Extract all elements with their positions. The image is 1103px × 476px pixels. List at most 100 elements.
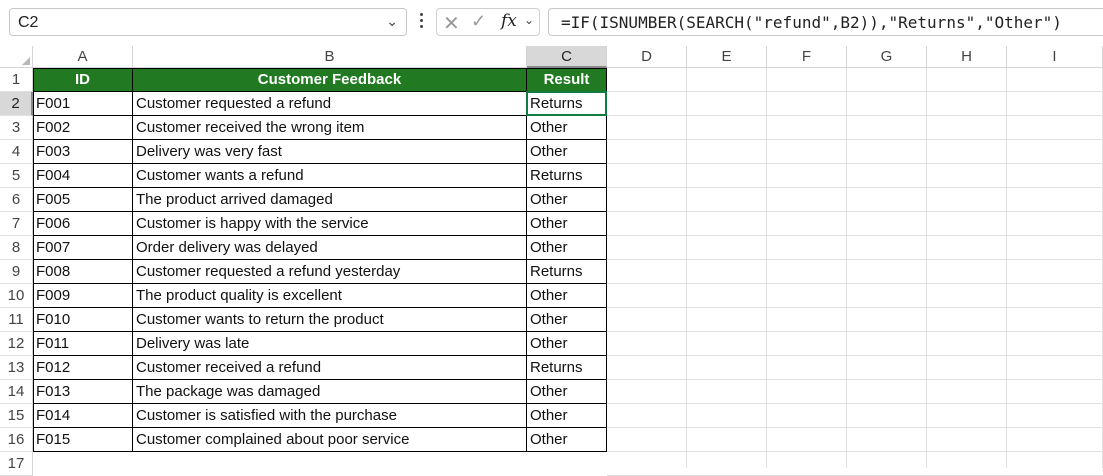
row-header-15[interactable]: 15 <box>0 404 33 428</box>
column-header-b[interactable]: B <box>133 46 527 68</box>
table-cell-result[interactable]: Other <box>527 188 607 212</box>
table-cell-feedback[interactable]: The product arrived damaged <box>133 188 527 212</box>
table-header-result[interactable]: Result <box>527 68 607 92</box>
table-cell-feedback[interactable]: The product quality is excellent <box>133 284 527 308</box>
row-header-2[interactable]: 2 <box>0 92 33 116</box>
column-header-f[interactable]: F <box>767 46 847 68</box>
table-cell-id[interactable]: F011 <box>33 332 133 356</box>
table-cell-id[interactable]: F009 <box>33 284 133 308</box>
insert-function-button[interactable]: fx <box>501 11 517 31</box>
table-cell-result[interactable]: Returns <box>527 164 607 188</box>
table-cell-id[interactable]: F014 <box>33 404 133 428</box>
row-header-11[interactable]: 11 <box>0 308 33 332</box>
row-header-5[interactable]: 5 <box>0 164 33 188</box>
row-header-12[interactable]: 12 <box>0 332 33 356</box>
table-header-id[interactable]: ID <box>33 68 133 92</box>
column-header-i[interactable]: I <box>1007 46 1103 68</box>
table-cell-id[interactable]: F013 <box>33 380 133 404</box>
gridline <box>607 427 1103 428</box>
table-cell-id[interactable]: F003 <box>33 140 133 164</box>
table-cell-feedback[interactable]: Customer complained about poor service <box>133 428 527 452</box>
formula-bar-area: C2 ⌄ ✕ ✓ fx ⌄ =IF(ISNUMBER(SEARCH("refun… <box>0 0 1103 46</box>
column-header-e[interactable]: E <box>687 46 767 68</box>
chevron-down-icon[interactable]: ⌄ <box>386 13 398 30</box>
name-box-value: C2 <box>18 14 39 31</box>
row-header-6[interactable]: 6 <box>0 188 33 212</box>
table-cell-id[interactable]: F001 <box>33 92 133 116</box>
cancel-icon[interactable]: ✕ <box>443 11 460 36</box>
table-header-feedback[interactable]: Customer Feedback <box>133 68 527 92</box>
gridline <box>926 68 927 468</box>
table-cell-feedback[interactable]: Delivery was late <box>133 332 527 356</box>
table-cell-result[interactable]: Returns <box>527 260 607 284</box>
table-cell-result[interactable]: Returns <box>527 92 607 116</box>
row-header-3[interactable]: 3 <box>0 116 33 140</box>
chevron-down-icon[interactable]: ⌄ <box>524 13 534 27</box>
table-cell-feedback[interactable]: Customer wants to return the product <box>133 308 527 332</box>
gridline <box>686 68 687 468</box>
table-cell-feedback[interactable]: The package was damaged <box>133 380 527 404</box>
column-header-d[interactable]: D <box>607 46 687 68</box>
row-header-16[interactable]: 16 <box>0 428 33 452</box>
table-cell-id[interactable]: F004 <box>33 164 133 188</box>
table-cell-id[interactable]: F008 <box>33 260 133 284</box>
row-header-17[interactable]: 17 <box>0 452 33 476</box>
table-cell-id[interactable]: F007 <box>33 236 133 260</box>
gridline <box>607 379 1103 380</box>
table-cell-result[interactable]: Other <box>527 308 607 332</box>
table-cell-result[interactable]: Other <box>527 116 607 140</box>
gridline <box>607 331 1103 332</box>
row-header-13[interactable]: 13 <box>0 356 33 380</box>
table-cell-id[interactable]: F015 <box>33 428 133 452</box>
column-header-c[interactable]: C <box>527 46 607 68</box>
column-header-h[interactable]: H <box>927 46 1007 68</box>
table-cell-feedback[interactable]: Delivery was very fast <box>133 140 527 164</box>
table-cell-feedback[interactable]: Customer received a refund <box>133 356 527 380</box>
gridline <box>607 91 1103 92</box>
row-header-14[interactable]: 14 <box>0 380 33 404</box>
gridline <box>607 355 1103 356</box>
table-cell-result[interactable]: Other <box>527 212 607 236</box>
table-cell-id[interactable]: F010 <box>33 308 133 332</box>
table-cell-feedback[interactable]: Customer requested a refund yesterday <box>133 260 527 284</box>
more-options-icon[interactable] <box>420 13 424 31</box>
gridline <box>607 187 1103 188</box>
table-cell-result[interactable]: Other <box>527 236 607 260</box>
gridline <box>607 115 1103 116</box>
table-cell-id[interactable]: F006 <box>33 212 133 236</box>
table-cell-feedback[interactable]: Order delivery was delayed <box>133 236 527 260</box>
row-header-9[interactable]: 9 <box>0 260 33 284</box>
gridline <box>607 403 1103 404</box>
table-cell-result[interactable]: Other <box>527 284 607 308</box>
row-header-10[interactable]: 10 <box>0 284 33 308</box>
table-cell-feedback[interactable]: Customer wants a refund <box>133 164 527 188</box>
spreadsheet-grid[interactable]: A B C D E F G H I 1 2 3 4 5 6 7 8 9 10 11 12 13 14 15 16 17 ID Cust… <box>0 46 1103 476</box>
column-header-g[interactable]: G <box>847 46 927 68</box>
table-cell-result[interactable]: Other <box>527 380 607 404</box>
row-header-7[interactable]: 7 <box>0 212 33 236</box>
gridline <box>607 211 1103 212</box>
gridline <box>607 451 1103 452</box>
row-header-1[interactable]: 1 <box>0 68 33 92</box>
table-cell-result[interactable]: Returns <box>527 356 607 380</box>
table-cell-result[interactable]: Other <box>527 332 607 356</box>
table-cell-feedback[interactable]: Customer received the wrong item <box>133 116 527 140</box>
enter-check-icon[interactable]: ✓ <box>471 11 486 32</box>
table-cell-result[interactable]: Other <box>527 428 607 452</box>
table-cell-feedback[interactable]: Customer is satisfied with the purchase <box>133 404 527 428</box>
formula-input[interactable]: =IF(ISNUMBER(SEARCH("refund",B2)),"Retur… <box>548 8 1103 36</box>
table-cell-id[interactable]: F012 <box>33 356 133 380</box>
table-cell-result[interactable]: Other <box>527 140 607 164</box>
table-cell-feedback[interactable]: Customer requested a refund <box>133 92 527 116</box>
gridline <box>607 163 1103 164</box>
row-header-4[interactable]: 4 <box>0 140 33 164</box>
table-cell-feedback[interactable]: Customer is happy with the service <box>133 212 527 236</box>
select-all-button[interactable] <box>0 46 33 68</box>
column-header-a[interactable]: A <box>33 46 133 68</box>
table-cell-id[interactable]: F005 <box>33 188 133 212</box>
row-header-8[interactable]: 8 <box>0 236 33 260</box>
name-box[interactable]: C2 ⌄ <box>9 8 407 36</box>
table-cell-id[interactable]: F002 <box>33 116 133 140</box>
gridline <box>607 235 1103 236</box>
table-cell-result[interactable]: Other <box>527 404 607 428</box>
